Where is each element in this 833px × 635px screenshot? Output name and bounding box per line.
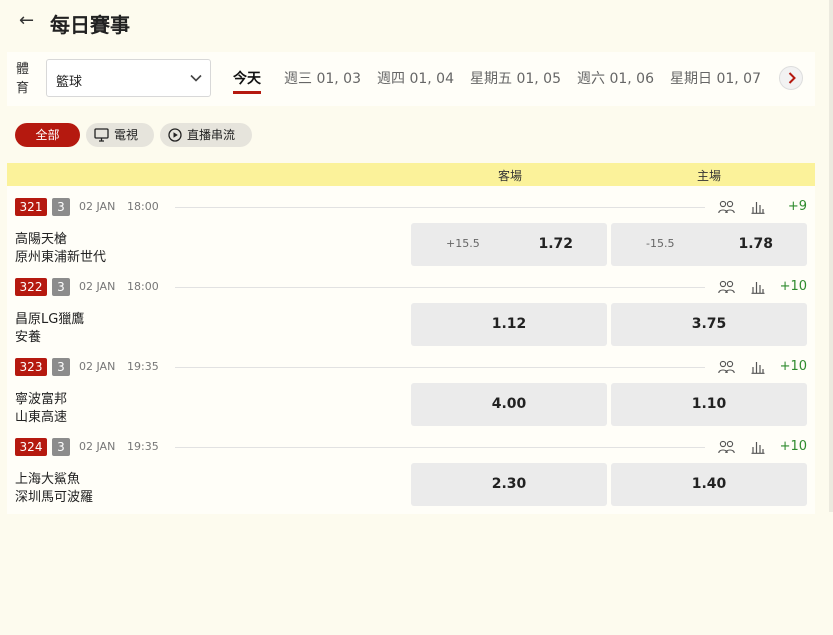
tab-date[interactable]: 週六 01, 06 (577, 68, 654, 88)
divider (175, 447, 705, 448)
arrow-left-icon[interactable]: ← (19, 10, 34, 31)
match-time: 18:00 (127, 200, 159, 213)
match-number-badge: 322 (15, 278, 47, 296)
team-name: 深圳馬可波羅 (15, 490, 94, 505)
column-home: 主場 (697, 169, 722, 183)
odds-value: 2.30 (491, 476, 527, 492)
match-number-badge: 324 (15, 438, 47, 456)
column-away: 客場 (498, 169, 523, 183)
home-odds-button[interactable]: 1.10 (611, 383, 807, 426)
away-odds-button[interactable]: 1.12 (411, 303, 607, 346)
active-tab-indicator (233, 91, 261, 94)
tab-date[interactable]: 週四 01, 04 (377, 68, 454, 88)
team-name: 原州東浦新世代 (15, 250, 107, 265)
next-dates-button[interactable] (779, 66, 803, 90)
tab-date[interactable]: 週三 01, 03 (284, 68, 361, 88)
odds-value: 1.12 (491, 316, 527, 332)
more-markets-link[interactable]: +10 (780, 279, 807, 294)
match-number-badge: 323 (15, 358, 47, 376)
market-count-badge: 3 (52, 278, 70, 296)
match-date: 02 JAN (79, 360, 116, 373)
lineup-icon[interactable] (718, 440, 735, 454)
page-title: 每日賽事 (50, 13, 130, 37)
away-odds-button[interactable]: 2.30 (411, 463, 607, 506)
match-date: 02 JAN (79, 280, 116, 293)
odds-value: 4.00 (491, 396, 527, 412)
team-name: 寧波富邦 (15, 392, 68, 407)
match-time: 19:35 (127, 360, 159, 373)
home-odds-button[interactable]: -15.5 1.78 (611, 223, 807, 266)
tv-icon (94, 128, 109, 142)
match-date: 02 JAN (79, 200, 116, 213)
team-name: 高陽天槍 (15, 232, 68, 247)
filter-stream-label: 直播串流 (187, 128, 236, 142)
filter-tv-label: 電視 (114, 128, 139, 142)
match-number-badge: 321 (15, 198, 47, 216)
odds-value: 3.75 (691, 316, 727, 332)
team-name: 昌原LG獵鷹 (15, 312, 85, 327)
match-time: 18:00 (127, 280, 159, 293)
sport-label: 體育 (16, 62, 30, 96)
play-circle-icon (168, 128, 182, 142)
lineup-icon[interactable] (718, 200, 735, 214)
odds-value: 1.72 (538, 236, 573, 252)
table-header: 客場 主場 (7, 163, 815, 186)
match-date: 02 JAN (79, 440, 116, 453)
market-count-badge: 3 (52, 358, 70, 376)
odds-value: 1.78 (738, 236, 773, 252)
scrollbar-track[interactable] (829, 0, 833, 512)
lineup-icon[interactable] (718, 360, 735, 374)
chevron-down-icon (190, 74, 202, 82)
team-name: 山東高速 (15, 410, 68, 425)
stats-icon[interactable] (751, 440, 765, 454)
filter-all-button[interactable]: 全部 (15, 123, 80, 147)
away-odds-button[interactable]: +15.5 1.72 (411, 223, 607, 266)
match-list: 321 3 02 JAN 18:00 +9 高陽天槍 原州東浦新世代 +15.5… (7, 186, 815, 514)
stats-icon[interactable] (751, 280, 765, 294)
away-odds-button[interactable]: 4.00 (411, 383, 607, 426)
divider (175, 287, 705, 288)
filter-stream-button[interactable]: 直播串流 (160, 123, 252, 147)
page-header: ← 每日賽事 (0, 0, 829, 46)
team-name: 上海大鯊魚 (15, 472, 81, 487)
tab-date[interactable]: 星期日 01, 07 (670, 68, 761, 88)
sport-select[interactable]: 籃球 (46, 59, 211, 97)
filter-tv-button[interactable]: 電視 (86, 123, 154, 147)
match-row: 323 3 02 JAN 19:35 +10 寧波富邦 山東高速 4.00 1.… (7, 346, 815, 426)
home-odds-button[interactable]: 1.40 (611, 463, 807, 506)
match-row: 322 3 02 JAN 18:00 +10 昌原LG獵鷹 安養 1.12 3.… (7, 266, 815, 346)
lineup-icon[interactable] (718, 280, 735, 294)
tab-date[interactable]: 星期五 01, 05 (470, 68, 561, 88)
more-markets-link[interactable]: +10 (780, 359, 807, 374)
stats-icon[interactable] (751, 360, 765, 374)
market-count-badge: 3 (52, 198, 70, 216)
match-row: 324 3 02 JAN 19:35 +10 上海大鯊魚 深圳馬可波羅 2.30… (7, 426, 815, 506)
sport-select-value: 籃球 (56, 75, 83, 90)
market-count-badge: 3 (52, 438, 70, 456)
stats-icon[interactable] (751, 200, 765, 214)
handicap-value: +15.5 (446, 237, 480, 250)
odds-value: 1.10 (691, 396, 727, 412)
odds-value: 1.40 (691, 476, 727, 492)
more-markets-link[interactable]: +10 (780, 439, 807, 454)
date-filter-bar: 體育 籃球 今天 週三 01, 03 週四 01, 04 星期五 01, 05 … (7, 52, 815, 106)
divider (175, 207, 705, 208)
match-row: 321 3 02 JAN 18:00 +9 高陽天槍 原州東浦新世代 +15.5… (7, 186, 815, 266)
home-odds-button[interactable]: 3.75 (611, 303, 807, 346)
team-name: 安養 (15, 330, 42, 345)
match-time: 19:35 (127, 440, 159, 453)
divider (175, 367, 705, 368)
handicap-value: -15.5 (646, 237, 675, 250)
more-markets-link[interactable]: +9 (788, 199, 807, 214)
tab-today[interactable]: 今天 (233, 68, 261, 88)
chevron-right-icon (788, 72, 796, 84)
